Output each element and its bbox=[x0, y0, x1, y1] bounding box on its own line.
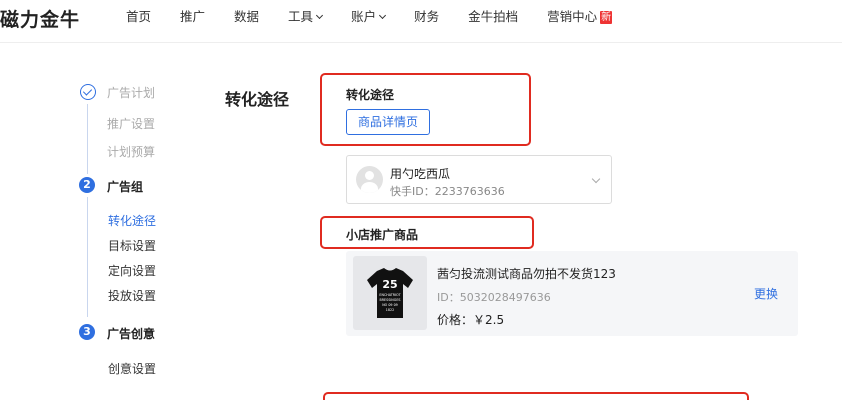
nav-finance[interactable]: 财务 bbox=[414, 9, 439, 25]
step-connector bbox=[87, 197, 88, 317]
nav-marketing-center[interactable]: 营销中心新 bbox=[547, 9, 613, 25]
new-badge: 新 bbox=[600, 10, 613, 24]
account-name: 用勺吃西瓜 bbox=[390, 167, 451, 181]
svg-text:NO 09 09: NO 09 09 bbox=[382, 303, 398, 307]
step-plan-promo-settings[interactable]: 推广设置 bbox=[107, 115, 155, 132]
nav-home[interactable]: 首页 bbox=[126, 9, 151, 25]
product-thumbnail: 25 ENCHATRIOT BRESSINGES NO 09 09 1822 bbox=[353, 256, 427, 330]
highlight-box-bottom bbox=[323, 392, 749, 400]
step-plan-title[interactable]: 广告计划 bbox=[107, 84, 155, 101]
conversion-label: 转化途径 bbox=[346, 88, 395, 102]
product-card: 25 ENCHATRIOT BRESSINGES NO 09 09 1822 茜… bbox=[346, 251, 798, 336]
step-group-title[interactable]: 广告组 bbox=[107, 178, 143, 195]
section-title: 转化途径 bbox=[225, 90, 290, 109]
svg-text:BRESSINGES: BRESSINGES bbox=[380, 298, 401, 302]
svg-text:1822: 1822 bbox=[386, 308, 394, 312]
tshirt-icon: 25 ENCHATRIOT BRESSINGES NO 09 09 1822 bbox=[367, 268, 413, 318]
product-title: 茜匀投流测试商品勿拍不发货123 bbox=[437, 267, 616, 281]
nav-promotion[interactable]: 推广 bbox=[180, 9, 205, 25]
step-creative-title[interactable]: 广告创意 bbox=[107, 325, 155, 342]
nav-partner[interactable]: 金牛拍档 bbox=[468, 9, 518, 25]
product-detail-page-button[interactable]: 商品详情页 bbox=[346, 109, 430, 135]
brand-logo[interactable]: 磁力金牛 bbox=[0, 5, 80, 32]
step-plan-budget[interactable]: 计划预算 bbox=[107, 143, 155, 160]
chevron-down-icon bbox=[379, 11, 387, 20]
step-group-targeting[interactable]: 定向设置 bbox=[108, 262, 156, 279]
account-id: 快手ID：2233763636 bbox=[390, 185, 505, 198]
avatar bbox=[356, 166, 383, 193]
nav-account[interactable]: 账户 bbox=[351, 9, 387, 25]
nav-data[interactable]: 数据 bbox=[234, 9, 259, 25]
shop-product-label: 小店推广商品 bbox=[346, 228, 419, 242]
chevron-down-icon bbox=[316, 11, 324, 20]
account-select[interactable]: 用勺吃西瓜 快手ID：2233763636 bbox=[346, 155, 612, 204]
nav-tools[interactable]: 工具 bbox=[288, 9, 324, 25]
step-number-2: 2 bbox=[79, 177, 95, 193]
top-navigation-bar: 磁力金牛 首页 推广 数据 工具 账户 财务 金牛拍档 营销中心新 bbox=[0, 0, 842, 43]
check-circle-icon bbox=[80, 84, 96, 100]
step-number-3: 3 bbox=[79, 324, 95, 340]
step-creative-settings[interactable]: 创意设置 bbox=[108, 360, 156, 377]
change-product-link[interactable]: 更换 bbox=[754, 285, 778, 302]
svg-text:25: 25 bbox=[382, 278, 397, 291]
step-group-target[interactable]: 目标设置 bbox=[108, 237, 156, 254]
main-nav: 首页 推广 数据 工具 账户 财务 金牛拍档 营销中心新 bbox=[126, 9, 641, 25]
product-price: 价格：￥2.5 bbox=[437, 313, 505, 327]
svg-text:ENCHATRIOT: ENCHATRIOT bbox=[379, 293, 401, 297]
step-connector bbox=[87, 104, 88, 174]
step-group-conversion[interactable]: 转化途径 bbox=[108, 212, 156, 229]
chevron-down-icon bbox=[591, 174, 601, 184]
step-group-delivery[interactable]: 投放设置 bbox=[108, 287, 156, 304]
product-id: ID：5032028497636 bbox=[437, 291, 551, 304]
